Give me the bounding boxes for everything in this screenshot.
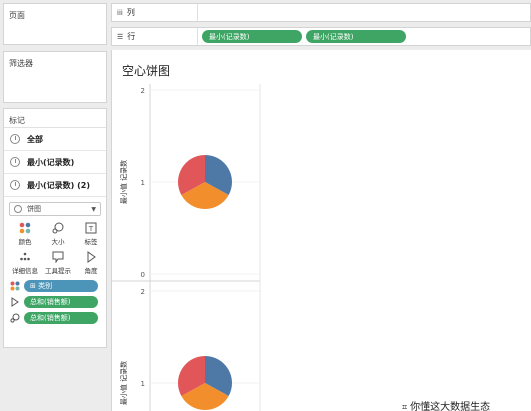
rows-shelf[interactable]: ☰ 行 最小(记录数) 最小(记录数) <box>111 27 531 46</box>
mark-buttons: 颜色 大小 T 标签 详细信息 工具提示 角度 <box>10 221 102 276</box>
angle-icon <box>85 251 97 263</box>
detail-button-label: 详细信息 <box>12 267 38 275</box>
y-axis-label: 最小值 记录数 <box>119 160 128 204</box>
columns-label-text: 列 <box>126 8 135 17</box>
marks-panel: 标记 全部 最小(记录数) 最小(记录数) (2) 饼图 ▼ 颜色 大小 T 标… <box>3 108 107 348</box>
rows-icon: ☰ <box>117 32 124 41</box>
chevron-down-icon: ▼ <box>91 205 96 213</box>
marks-card-all-label: 全部 <box>27 134 43 144</box>
detail-button[interactable]: 详细信息 <box>10 250 40 276</box>
watermark-text: 你懂这大数据生态 <box>410 402 491 411</box>
rows-shelf-label: ☰ 行 <box>112 28 198 45</box>
marks-title: 标记 <box>9 116 25 125</box>
color-button[interactable]: 颜色 <box>10 221 40 247</box>
y-tick-label: 2 <box>141 87 145 95</box>
category-pill[interactable]: ⊞ 类别 <box>24 280 98 292</box>
wechat-icon: ⌗ <box>402 403 408 411</box>
pie-mark-icon <box>10 180 20 190</box>
marks-field-category[interactable]: ⊞ 类别 <box>10 280 106 292</box>
size-icon <box>10 313 24 323</box>
detail-icon <box>19 251 31 263</box>
label-button[interactable]: T 标签 <box>76 221 106 247</box>
size-button[interactable]: 大小 <box>43 221 73 247</box>
watermark: ⌗ 你懂这大数据生态 <box>402 398 490 411</box>
label-button-label: 标签 <box>84 238 98 246</box>
marks-field-sales-angle[interactable]: 总和(销售额) <box>10 296 106 308</box>
label-icon: T <box>85 222 97 234</box>
tooltip-icon <box>52 251 64 263</box>
rows-label-text: 行 <box>127 32 136 41</box>
y-tick-label: 0 <box>141 271 145 279</box>
size-button-label: 大小 <box>51 238 65 246</box>
columns-shelf[interactable]: iii 列 <box>111 3 531 22</box>
pages-panel: 页面 <box>3 3 107 45</box>
angle-button[interactable]: 角度 <box>76 250 106 276</box>
tooltip-button[interactable]: 工具提示 <box>43 250 73 276</box>
marks-card-all[interactable]: 全部 <box>4 128 106 151</box>
marks-card-min-records-2-label: 最小(记录数) (2) <box>27 180 90 190</box>
marks-card-min-records-label: 最小(记录数) <box>27 157 75 167</box>
pie-mark-icon <box>10 134 20 144</box>
angle-icon <box>10 297 24 307</box>
filters-panel: 筛选器 <box>3 51 107 103</box>
size-icon <box>52 222 64 234</box>
pie-mark-icon <box>14 205 22 213</box>
sales-size-pill[interactable]: 总和(销售额) <box>24 312 98 324</box>
mark-type-value: 饼图 <box>27 205 41 213</box>
mark-type-select[interactable]: 饼图 ▼ <box>9 202 101 216</box>
angle-button-label: 角度 <box>84 267 98 275</box>
worksheet-canvas: 空心饼图 2 1 0 最小值 记录数 2 1 最小值 记录数 ⌗ 你懂这大数据生态 <box>111 50 531 411</box>
marks-field-sales-size[interactable]: 总和(销售额) <box>10 312 106 324</box>
dimension-icon: ⊞ <box>30 282 36 290</box>
y-tick-label: 2 <box>141 288 145 296</box>
color-icon <box>19 222 31 234</box>
svg-text:T: T <box>88 225 94 233</box>
y-tick-label: 1 <box>141 179 145 187</box>
row-pill-min-records-2[interactable]: 最小(记录数) <box>306 30 406 43</box>
color-button-label: 颜色 <box>18 238 32 246</box>
tooltip-button-label: 工具提示 <box>45 267 71 275</box>
color-icon <box>10 281 24 291</box>
sales-angle-pill[interactable]: 总和(销售额) <box>24 296 98 308</box>
pages-title: 页面 <box>9 11 25 20</box>
y-axis-label: 最小值 记录数 <box>119 361 128 405</box>
row-pill-min-records[interactable]: 最小(记录数) <box>202 30 302 43</box>
pie-mark-icon <box>10 157 20 167</box>
filters-title: 筛选器 <box>9 59 33 68</box>
marks-card-min-records[interactable]: 最小(记录数) <box>4 151 106 174</box>
marks-card-min-records-2[interactable]: 最小(记录数) (2) <box>4 174 106 197</box>
columns-icon: iii <box>117 8 123 17</box>
category-pill-label: 类别 <box>38 282 53 290</box>
y-tick-label: 1 <box>141 380 145 388</box>
pie-chart: 2 1 0 最小值 记录数 2 1 最小值 记录数 <box>112 84 261 411</box>
columns-shelf-label: iii 列 <box>112 4 198 21</box>
